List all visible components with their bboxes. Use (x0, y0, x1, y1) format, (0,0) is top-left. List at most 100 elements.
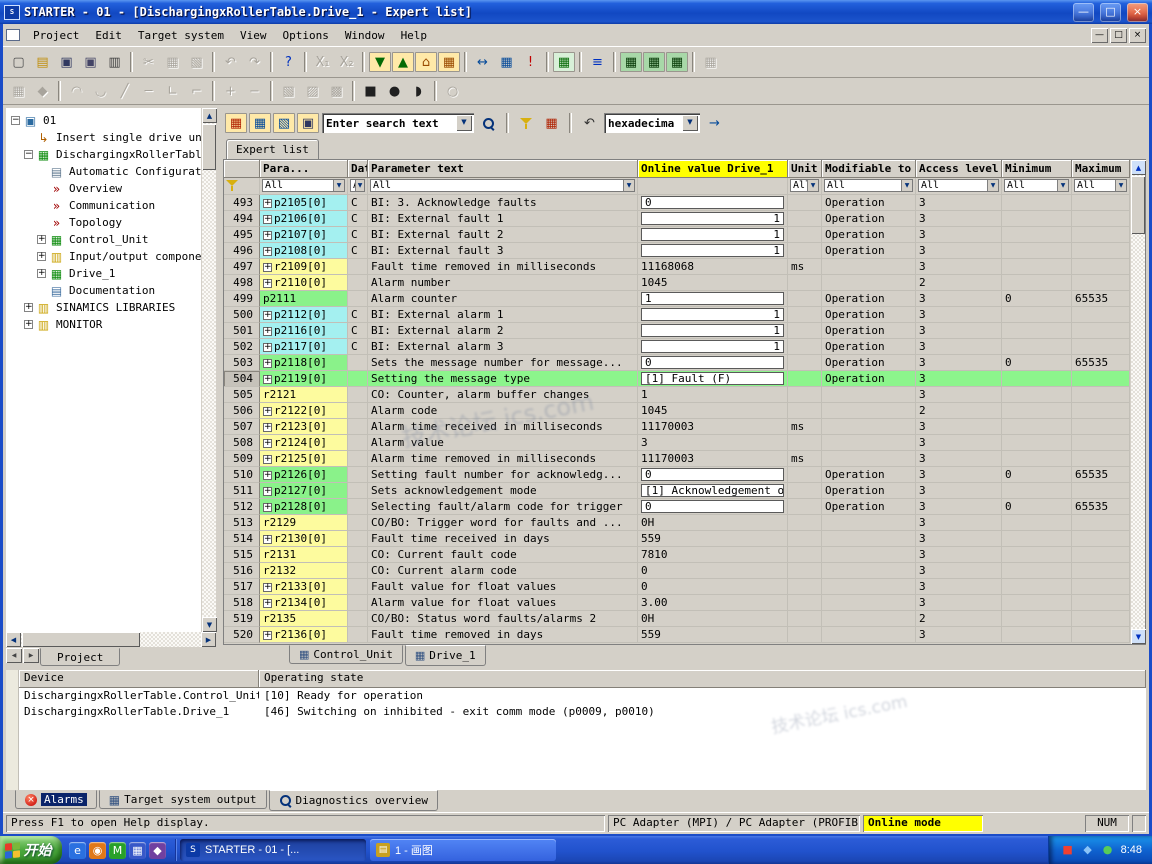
compare-online-offline-button[interactable]: ▦ (495, 51, 518, 73)
parameter-row-497[interactable]: 497 + r2109[0] Fault time removed in millis… (224, 259, 1130, 275)
expand-parameter-icon[interactable]: + (263, 375, 272, 384)
minus-expand-icon[interactable]: − (24, 150, 33, 159)
column-header-minimum[interactable]: Minimum (1002, 160, 1072, 178)
parameter-row-494[interactable]: 494 + p2106[0] C BI: External fault 1 1 Operat… (224, 211, 1130, 227)
value-editbox[interactable]: 0 (641, 196, 784, 209)
tree-item-automatic-configuratio[interactable]: ▤ Automatic Configuratio (8, 163, 201, 180)
parameter-row-500[interactable]: 500 + p2112[0] C BI: External alarm 1 1 Operat… (224, 307, 1130, 323)
tray-green-icon[interactable]: ● (1101, 843, 1115, 857)
expand-parameter-icon[interactable]: + (263, 231, 272, 240)
tree-item-sinamics-libraries[interactable]: + ▥ SINAMICS LIBRARIES (8, 299, 201, 316)
accessible-nodes-button[interactable]: ▦ (553, 52, 575, 72)
edit-filter-button[interactable]: ▦ (540, 112, 563, 134)
new-project-button[interactable]: ▢ (7, 51, 30, 73)
filter-dropdown-3[interactable]: All ▼ (370, 179, 635, 192)
column-header-maximum[interactable]: Maximum (1072, 160, 1130, 178)
tree-item-control-unit[interactable]: + ▦ Control_Unit (8, 231, 201, 248)
shape-circle-button[interactable]: ● (383, 81, 406, 101)
value-editbox[interactable]: 1 (641, 212, 784, 225)
value-editbox[interactable]: [1] Fault (F) (641, 372, 784, 385)
combo-dropdown-icon[interactable]: ▼ (456, 115, 472, 131)
expand-parameter-icon[interactable]: + (263, 343, 272, 352)
parameter-row-512[interactable]: 512 + p2128[0] Selecting fault/alarm code f… (224, 499, 1130, 515)
column-header-rownum[interactable] (224, 160, 260, 178)
row-number[interactable]: 510 (224, 467, 260, 483)
menu-view[interactable]: View (232, 26, 275, 45)
tree-item-insert-single-drive-unit[interactable]: ↳ Insert single drive unit (8, 129, 201, 146)
tree-item-communication[interactable]: » Communication (8, 197, 201, 214)
tab-project[interactable]: Project (40, 648, 121, 666)
tab-drive-1[interactable]: ▦ Drive_1 (404, 645, 486, 666)
parameter-row-501[interactable]: 501 + p2116[0] C BI: External alarm 2 1 Operat… (224, 323, 1130, 339)
download-to-target-button[interactable]: ▼ (369, 52, 391, 72)
parameter-row-505[interactable]: 505 r2121 CO: Counter, alarm buffer change… (224, 387, 1130, 403)
number-format-combobox[interactable]: hexadecima ▼ (604, 113, 700, 133)
taskbar-button-starter-01[interactable]: S STARTER - 01 - [... (180, 839, 366, 861)
row-number[interactable]: 508 (224, 435, 260, 451)
menu-options[interactable]: Options (274, 26, 336, 45)
row-number[interactable]: 497 (224, 259, 260, 275)
previous-view-button[interactable]: ↶ (578, 112, 601, 134)
expand-parameter-icon[interactable]: + (263, 439, 272, 448)
tree-vertical-scrollbar[interactable]: ▲ ▼ (201, 108, 217, 632)
menu-edit[interactable]: Edit (87, 26, 130, 45)
parameter-row-513[interactable]: 513 r2129 CO/BO: Trigger word for faults a… (224, 515, 1130, 531)
row-number[interactable]: 517 (224, 579, 260, 595)
tab-scroll-left-icon[interactable]: ◀ (6, 648, 22, 663)
row-number[interactable]: 500 (224, 307, 260, 323)
column-header-online-value-drive-1[interactable]: Online value Drive_1 (638, 160, 788, 178)
tree-item-monitor[interactable]: + ▥ MONITOR (8, 316, 201, 333)
scroll-down-icon[interactable]: ▼ (202, 617, 217, 632)
internet-explorer-icon[interactable]: e (69, 841, 86, 859)
tray-red-icon[interactable]: ■ (1061, 843, 1075, 857)
combo-dropdown-icon[interactable]: ▼ (682, 115, 698, 131)
parameter-row-499[interactable]: 499 p2111 Alarm counter 1 Operation 3 0 65535 (224, 291, 1130, 307)
row-number[interactable]: 498 (224, 275, 260, 291)
row-number[interactable]: 502 (224, 339, 260, 355)
row-number[interactable]: 518 (224, 595, 260, 611)
menu-help[interactable]: Help (393, 26, 436, 45)
menu-target-system[interactable]: Target system (130, 26, 232, 45)
tab-scroll-right-icon[interactable]: ▶ (23, 648, 39, 663)
expert-list-save-button[interactable]: ▣ (297, 113, 319, 133)
expand-parameter-icon[interactable]: + (263, 311, 272, 320)
row-number[interactable]: 501 (224, 323, 260, 339)
filter-funnel-icon[interactable] (226, 179, 239, 192)
scroll-right-icon[interactable]: ▶ (201, 632, 216, 647)
parameter-row-515[interactable]: 515 r2131 CO: Current fault code 7810 3 (224, 547, 1130, 563)
mdi-restore-button[interactable]: □ (1110, 27, 1127, 43)
archive-project-button[interactable]: ▣ (79, 51, 102, 73)
value-editbox[interactable]: 1 (641, 228, 784, 241)
expand-parameter-icon[interactable]: + (263, 423, 272, 432)
tree-item-drive-1[interactable]: + ▦ Drive_1 (8, 265, 201, 282)
expand-parameter-icon[interactable]: + (263, 599, 272, 608)
plus-expand-icon[interactable]: + (37, 269, 46, 278)
output-column-operating-state[interactable]: Operating state (259, 670, 1146, 688)
row-number[interactable]: 507 (224, 419, 260, 435)
parameter-row-506[interactable]: 506 + r2122[0] Alarm code 1045 2 (224, 403, 1130, 419)
connect-to-target-button[interactable]: ▦ (620, 52, 642, 72)
expand-parameter-icon[interactable]: + (263, 631, 272, 640)
sort-button[interactable]: ≡ (586, 51, 609, 73)
upload-to-pg-button[interactable]: ▲ (392, 52, 414, 72)
row-number[interactable]: 514 (224, 531, 260, 547)
table-vertical-scrollbar[interactable]: ▲ ▼ (1130, 160, 1146, 644)
tree-item-documentation[interactable]: ▤ Documentation (8, 282, 201, 299)
mdi-close-button[interactable]: × (1129, 27, 1146, 43)
search-combobox[interactable]: Enter search text ▼ (322, 113, 474, 133)
expand-parameter-icon[interactable]: + (263, 215, 272, 224)
expand-parameter-icon[interactable]: + (263, 487, 272, 496)
row-number[interactable]: 505 (224, 387, 260, 403)
apply-format-button[interactable]: → (703, 112, 726, 134)
online-monitor-button[interactable]: ▦ (666, 52, 688, 72)
tree-item-overview[interactable]: » Overview (8, 180, 201, 197)
value-editbox[interactable]: 1 (641, 308, 784, 321)
row-number[interactable]: 511 (224, 483, 260, 499)
parameter-row-508[interactable]: 508 + r2124[0] Alarm value 3 3 (224, 435, 1130, 451)
shape-square-button[interactable]: ■ (359, 81, 382, 101)
search-input[interactable]: Enter search text (322, 117, 454, 130)
row-number[interactable]: 496 (224, 243, 260, 259)
row-number[interactable]: 506 (224, 403, 260, 419)
parameter-row-517[interactable]: 517 + r2133[0] Fault value for float values… (224, 579, 1130, 595)
output-column-device[interactable]: Device (19, 670, 259, 688)
